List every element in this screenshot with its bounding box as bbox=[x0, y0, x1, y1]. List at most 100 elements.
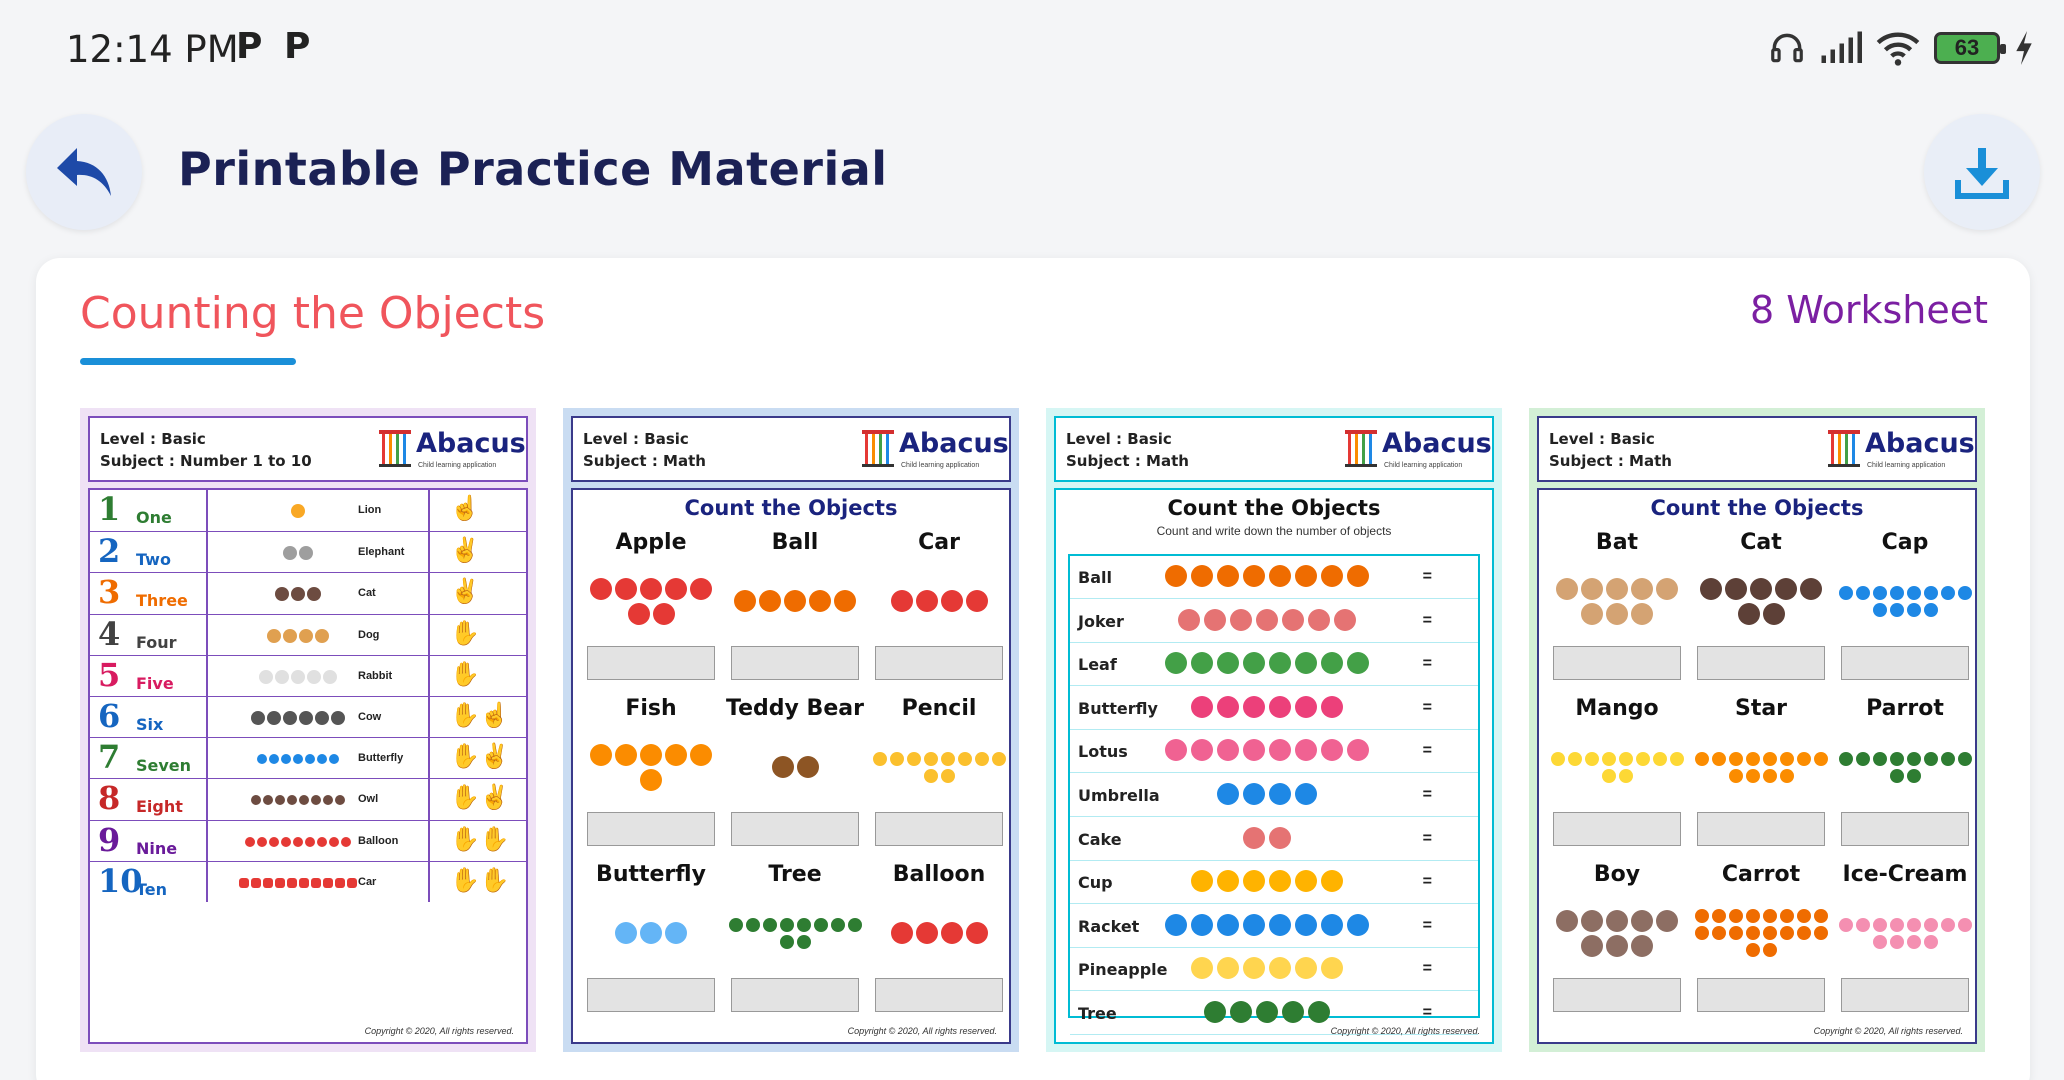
object-illustration bbox=[1152, 565, 1382, 591]
object-icon bbox=[1550, 751, 1565, 766]
object-cell: Car bbox=[208, 861, 430, 902]
object-icon bbox=[1762, 602, 1785, 625]
object-list: Ball = Joker = Leaf = Butterfly = Lotus = Umbrella… bbox=[1068, 554, 1480, 1035]
headset-icon bbox=[1771, 33, 1803, 63]
object-icon bbox=[1347, 652, 1369, 675]
object-icon bbox=[283, 628, 297, 643]
object-icon bbox=[1269, 826, 1291, 849]
object-icon bbox=[1204, 1001, 1226, 1023]
object-cell: Owl bbox=[208, 779, 430, 820]
object-icon bbox=[251, 795, 261, 806]
object-icon bbox=[1652, 751, 1667, 766]
object-icon bbox=[1191, 565, 1213, 587]
object-icon bbox=[1711, 909, 1726, 923]
count-item: Teddy Bear bbox=[725, 696, 865, 856]
object-icon bbox=[615, 577, 637, 600]
object-icon bbox=[283, 546, 297, 561]
object-cell: Balloon bbox=[208, 820, 430, 861]
object-icon bbox=[1940, 585, 1955, 600]
object-icon bbox=[1838, 917, 1853, 932]
counting-hand-icon: ✋☝ bbox=[450, 702, 510, 729]
list-item: Leaf = bbox=[1070, 643, 1478, 687]
back-button[interactable] bbox=[26, 114, 142, 230]
worksheet-thumbnail[interactable]: Level : Basic Subject : Number 1 to 10 A… bbox=[80, 408, 536, 1052]
object-icon bbox=[1957, 585, 1972, 600]
hand-cell: ✋✋ bbox=[430, 821, 526, 861]
object-icon bbox=[1606, 602, 1628, 625]
item-name: Mango bbox=[1575, 696, 1659, 721]
object-icon bbox=[957, 751, 972, 766]
list-item: Ball = bbox=[1070, 556, 1478, 599]
object-icon bbox=[965, 922, 988, 944]
worksheet-level: Level : Basic bbox=[100, 430, 206, 448]
number-cell: 5 Five bbox=[90, 655, 208, 696]
object-icon bbox=[1243, 913, 1265, 936]
object-icon bbox=[1745, 768, 1760, 783]
item-name: Cap bbox=[1881, 530, 1929, 555]
item-name: Butterfly bbox=[596, 862, 706, 887]
object-icon bbox=[1243, 826, 1265, 849]
count-item: Apple bbox=[581, 530, 721, 690]
object-icon bbox=[813, 917, 828, 932]
object-icon bbox=[1957, 751, 1972, 766]
object-illustration bbox=[1152, 739, 1382, 765]
item-illustration bbox=[869, 894, 1009, 972]
item-illustration bbox=[869, 562, 1009, 640]
equals-sign: = bbox=[1422, 873, 1432, 891]
status-icons: 63 bbox=[1768, 28, 2034, 68]
object-icon bbox=[1762, 768, 1777, 783]
number-word: Seven bbox=[136, 756, 192, 776]
number-word: Ten bbox=[136, 879, 168, 899]
object-icon bbox=[1923, 602, 1938, 617]
object-name: Cat bbox=[358, 587, 376, 600]
object-icon bbox=[1745, 751, 1760, 766]
object-icon bbox=[1556, 577, 1578, 600]
object-icon bbox=[1581, 909, 1603, 932]
object-icon bbox=[1889, 768, 1904, 783]
download-button[interactable] bbox=[1924, 114, 2040, 230]
object-name: Leaf bbox=[1078, 655, 1117, 675]
item-illustration bbox=[1835, 728, 1975, 806]
item-illustration bbox=[1547, 728, 1687, 806]
object-icon bbox=[809, 590, 831, 612]
object-icon bbox=[1745, 926, 1760, 940]
page-title: Printable Practice Material bbox=[178, 142, 888, 196]
item-name: Boy bbox=[1593, 862, 1641, 887]
object-icon bbox=[590, 743, 612, 766]
answer-box bbox=[1697, 646, 1825, 680]
object-icon bbox=[1178, 608, 1200, 631]
abacus-logo: Abacus Child learning application bbox=[1827, 424, 1975, 474]
answer-box bbox=[1841, 978, 1969, 1012]
counting-hand-icon: ✋✌ bbox=[450, 743, 510, 771]
object-icon bbox=[762, 917, 777, 932]
object-icon bbox=[923, 751, 938, 766]
object-icon bbox=[1243, 652, 1265, 675]
object-icon bbox=[1269, 913, 1291, 936]
item-name: Ball bbox=[771, 530, 819, 555]
object-icon bbox=[640, 922, 662, 944]
object-icon bbox=[1796, 909, 1811, 923]
worksheet-thumbnail[interactable]: Level : Basic Subject : Math Abacus Chil… bbox=[563, 408, 1019, 1052]
worksheet-thumbnail[interactable]: Level : Basic Subject : Math Abacus Chil… bbox=[1529, 408, 1985, 1052]
object-icon bbox=[1321, 957, 1343, 980]
object-icon bbox=[615, 743, 637, 766]
object-icon bbox=[311, 877, 321, 888]
object-icon bbox=[974, 751, 989, 766]
number-cell: 9 Nine bbox=[90, 820, 208, 861]
object-icon bbox=[1165, 913, 1187, 936]
object-icon bbox=[1906, 934, 1921, 949]
object-icon bbox=[1855, 751, 1870, 766]
object-cell: Cow bbox=[208, 697, 430, 738]
worksheet-title: Count the Objects bbox=[684, 496, 898, 520]
worksheet-thumbnail[interactable]: Level : Basic Subject : Math Abacus Chil… bbox=[1046, 408, 1502, 1052]
equals-sign: = bbox=[1422, 916, 1432, 934]
object-cell: Dog bbox=[208, 614, 430, 655]
object-icon bbox=[1923, 934, 1938, 949]
object-icon bbox=[1191, 695, 1213, 718]
item-name: Tree bbox=[768, 862, 822, 887]
status-bar: 12:14 PM P P 63 bbox=[0, 0, 2064, 96]
object-icon bbox=[1217, 957, 1239, 980]
object-icon bbox=[281, 836, 291, 847]
object-icon bbox=[1191, 913, 1213, 936]
object-icon bbox=[291, 504, 305, 518]
